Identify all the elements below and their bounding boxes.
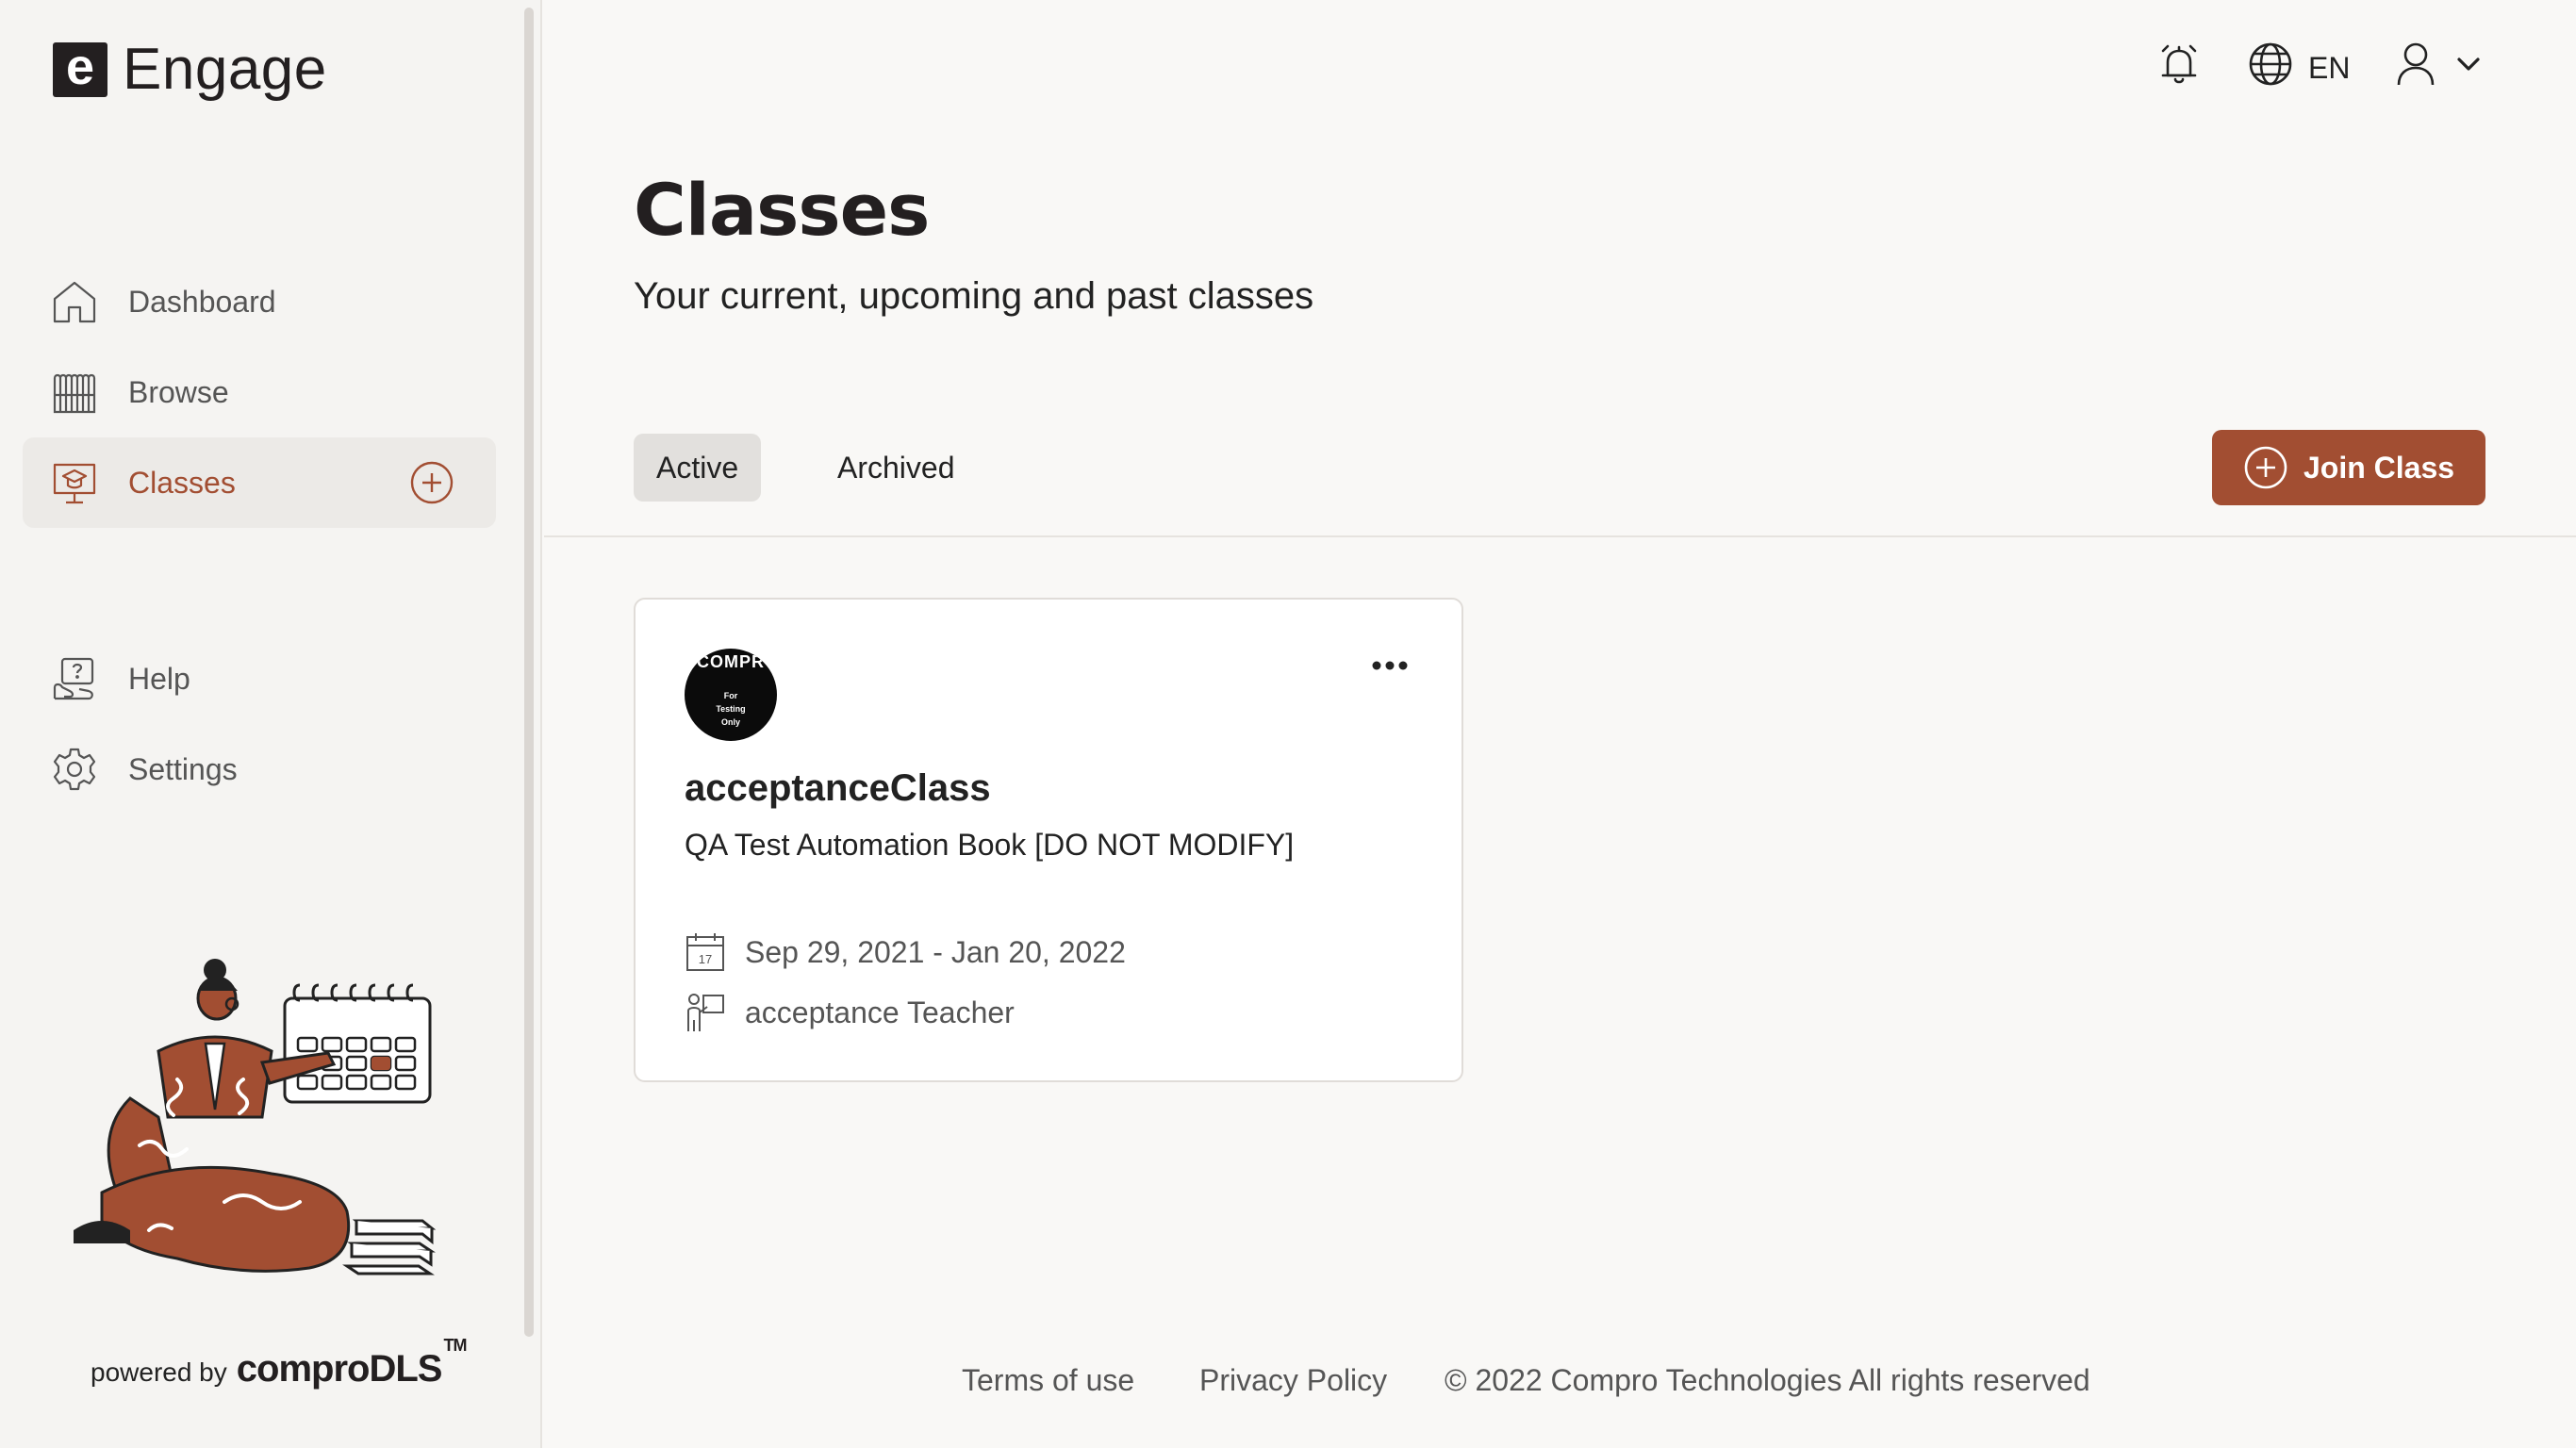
user-icon[interactable]: [2395, 41, 2436, 91]
tab-label: Active: [656, 450, 739, 485]
calendar-day: 17: [699, 952, 712, 966]
class-dates: 17 Sep 29, 2021 - Jan 20, 2022: [685, 931, 1126, 973]
class-teacher-name: acceptance Teacher: [745, 995, 1015, 1029]
sidebar-item-label: Dashboard: [128, 284, 276, 319]
home-icon: [51, 278, 98, 325]
terms-link[interactable]: Terms of use: [962, 1363, 1134, 1398]
sidebar: e Engage Dashboard Browse Classes Help S…: [0, 0, 542, 1448]
sidebar-item-label: Classes: [128, 465, 236, 500]
avatar-caption-line: Testing: [716, 704, 746, 714]
class-name[interactable]: acceptanceClass: [685, 767, 991, 810]
avatar-caption: For Testing Only: [685, 689, 777, 729]
classroom-icon: [51, 459, 98, 506]
sidebar-item-dashboard[interactable]: Dashboard: [23, 256, 496, 347]
powered-by: powered by comproDLSTM: [91, 1336, 468, 1390]
class-date-range: Sep 29, 2021 - Jan 20, 2022: [745, 934, 1126, 969]
class-teacher: acceptance Teacher: [685, 992, 1015, 1033]
copyright-text: © 2022 Compro Technologies All rights re…: [1445, 1363, 2090, 1397]
sidebar-scrollbar[interactable]: [524, 8, 534, 1337]
class-avatar: COMPR For Testing Only: [685, 649, 777, 741]
plus-circle-icon: [2244, 446, 2287, 489]
gear-icon: [51, 746, 98, 793]
sidebar-item-label: Browse: [128, 374, 229, 409]
notification-bell-icon[interactable]: [2157, 41, 2201, 91]
join-class-button[interactable]: Join Class: [2212, 430, 2485, 505]
avatar-caption-line: For: [723, 691, 738, 700]
app-logo[interactable]: e Engage: [53, 36, 327, 103]
app-name: Engage: [123, 37, 327, 102]
powered-by-prefix: powered by: [91, 1358, 227, 1387]
chevron-down-icon[interactable]: [2455, 55, 2482, 78]
tab-active[interactable]: Active: [634, 434, 762, 502]
teacher-icon: [687, 994, 724, 1031]
class-book: QA Test Automation Book [DO NOT MODIFY]: [685, 828, 1295, 862]
sidebar-item-help[interactable]: Help: [23, 634, 496, 724]
help-icon: [51, 655, 98, 702]
tab-label: Archived: [837, 450, 955, 485]
teacher-calendar-illustration: [74, 959, 437, 1275]
avatar-text: COMPR: [697, 652, 765, 671]
app-root: e Engage Dashboard Browse Classes Help S…: [0, 0, 2576, 1448]
page-subtitle: Your current, upcoming and past classes: [634, 275, 1314, 317]
class-card[interactable]: COMPR For Testing Only acceptanceClass Q…: [634, 598, 1463, 1082]
header-divider: [544, 535, 2576, 537]
comprodls-brand-text: comproDLS: [236, 1348, 443, 1390]
globe-icon[interactable]: [2248, 41, 2293, 91]
add-class-icon[interactable]: [409, 460, 454, 505]
page-title: Classes: [634, 168, 930, 252]
trademark-mark: TM: [443, 1335, 467, 1355]
sidebar-item-label: Help: [128, 661, 190, 696]
sidebar-item-label: Settings: [128, 751, 238, 786]
bookshelf-icon: [51, 369, 98, 416]
sidebar-item-browse[interactable]: Browse: [23, 347, 496, 437]
tab-archived[interactable]: Archived: [815, 434, 978, 502]
comprodls-logo[interactable]: comproDLSTM: [236, 1336, 468, 1390]
sidebar-item-settings[interactable]: Settings: [23, 724, 496, 814]
sidebar-item-classes[interactable]: Classes: [23, 437, 496, 528]
language-selector[interactable]: EN: [2308, 51, 2350, 86]
avatar-caption-line: Only: [720, 717, 740, 727]
privacy-link[interactable]: Privacy Policy: [1199, 1363, 1387, 1398]
logo-mark: e: [53, 41, 107, 97]
join-class-label: Join Class: [2303, 450, 2455, 485]
more-options-icon[interactable]: [1367, 654, 1412, 677]
calendar-icon: 17: [686, 933, 724, 971]
